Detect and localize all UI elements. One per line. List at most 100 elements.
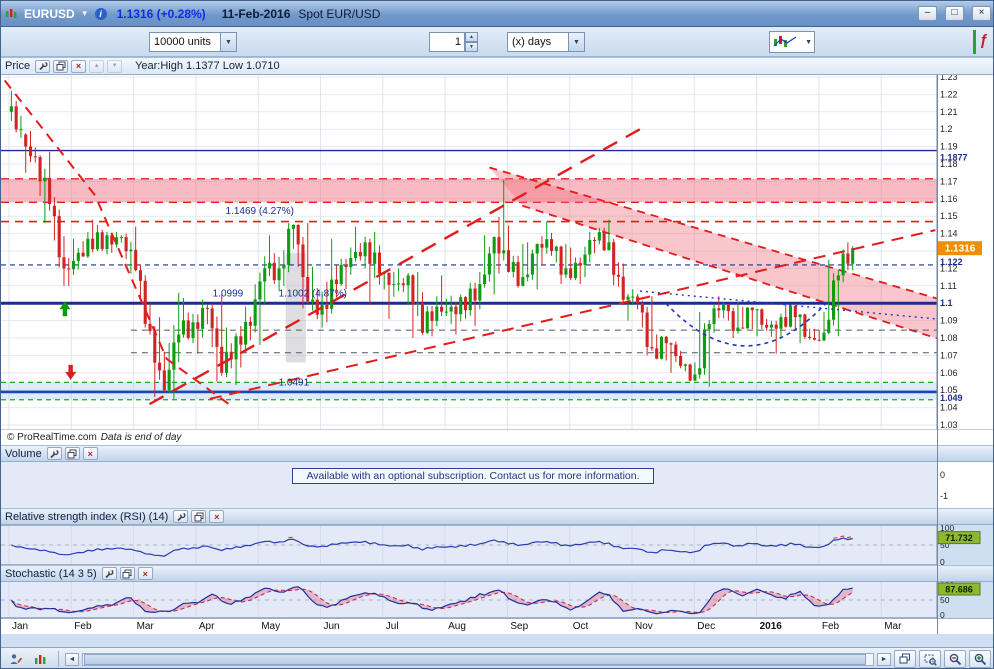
price-tick-label: 1.03 <box>940 420 958 429</box>
copyright-label: © ProRealTime.com <box>7 432 97 443</box>
statusbar-separator <box>58 651 59 667</box>
month-label: Feb <box>74 621 91 632</box>
month-label: Nov <box>635 621 653 632</box>
time-scrollbar[interactable] <box>82 653 874 666</box>
svg-text:1.0491: 1.0491 <box>279 377 310 388</box>
period-count-value: 1 <box>455 36 461 48</box>
svg-text:1.1469 (4.27%): 1.1469 (4.27%) <box>226 206 294 217</box>
price-chart-canvas[interactable]: 1.1469 (4.27%)1.09991.1002 (4.87%)1.0491… <box>1 75 994 429</box>
price-tick-label: 1.04 <box>940 403 958 413</box>
time-scrollbar-handle[interactable] <box>84 654 866 665</box>
price-panel-header: Price × ▲ ▼ Year:High 1.1377 Low 1.0710 <box>1 57 994 75</box>
level-label: 1.122 <box>940 257 963 267</box>
change-percent-text: (+0.28%) <box>157 7 206 21</box>
svg-text:1.0999: 1.0999 <box>213 289 244 300</box>
svg-text:87.686: 87.686 <box>945 585 973 595</box>
level-label: 1.1 <box>940 298 953 308</box>
price-panel-title: Price <box>5 60 30 72</box>
statusbar: ◄ ► <box>1 647 994 669</box>
month-label: Jul <box>386 621 399 632</box>
volume-close-panel-icon[interactable]: × <box>83 447 98 460</box>
stochastic-close-panel-icon[interactable]: × <box>138 567 153 580</box>
period-unit-dropdown-icon[interactable]: ▼ <box>568 33 584 51</box>
period-count-spinner[interactable]: ▲ ▼ <box>465 32 478 52</box>
chart-style-dropdown-icon: ▼ <box>805 39 812 46</box>
price-tick-label: 1.14 <box>940 229 958 239</box>
market-label: Spot EUR/USD <box>298 7 380 21</box>
price-tick-label: 1.11 <box>940 281 957 291</box>
units-select[interactable]: 10000 units ▼ <box>149 32 237 52</box>
maximize-button[interactable]: □ <box>945 6 964 21</box>
chart-settings-icon[interactable] <box>30 650 52 668</box>
prorealtrend-icon[interactable]: ƒ <box>973 30 991 54</box>
volume-panel-area[interactable]: Available with an optional subscription.… <box>1 462 994 508</box>
price-tick-label: 1.08 <box>940 333 958 343</box>
price-close-panel-icon[interactable]: × <box>71 60 86 73</box>
month-label: May <box>261 621 280 632</box>
units-dropdown-icon[interactable]: ▼ <box>220 33 236 51</box>
info-icon[interactable]: i <box>95 8 107 20</box>
symbol-dropdown-icon[interactable]: ▼ <box>81 9 89 18</box>
close-button[interactable]: × <box>972 6 991 21</box>
month-label: Mar <box>137 621 154 632</box>
stochastic-tick-label: 50 <box>940 595 950 605</box>
rsi-panel-title: Relative strength index (RSI) (14) <box>5 511 168 523</box>
volume-settings-wrench-icon[interactable] <box>47 447 62 460</box>
period-unit-select[interactable]: (x) days ▼ <box>507 32 585 52</box>
stochastic-tick-label: 0 <box>940 610 945 618</box>
month-label: Jan <box>12 621 28 632</box>
chart-style-button[interactable]: ▼ <box>769 31 815 53</box>
zoom-out-icon[interactable] <box>944 650 966 668</box>
svg-text:1.1002 (4.87%): 1.1002 (4.87%) <box>279 289 347 300</box>
price-move-up-icon[interactable]: ▲ <box>89 60 104 73</box>
price-tick-label: 1.15 <box>940 211 958 221</box>
detach-window-icon[interactable] <box>894 650 916 668</box>
user-icon[interactable] <box>5 650 27 668</box>
month-label: Apr <box>199 621 215 632</box>
price-tick-label: 1.2 <box>940 124 953 134</box>
price-tick-label: 1.17 <box>940 176 958 186</box>
price-duplicate-window-icon[interactable] <box>53 60 68 73</box>
chart-style-icon <box>772 34 800 50</box>
price-tick-label: 1.16 <box>940 194 958 204</box>
rsi-chart-canvas[interactable]: 10050071.732 <box>1 525 994 565</box>
stochastic-panel-header: Stochastic (14 3 5) × <box>1 565 994 582</box>
month-label: Oct <box>573 621 589 632</box>
zoom-area-icon[interactable] <box>919 650 941 668</box>
price-tick-label: 1.23 <box>940 75 958 82</box>
rsi-settings-wrench-icon[interactable] <box>173 510 188 523</box>
price-axis-border <box>937 75 938 634</box>
volume-axis-zero: 0 <box>940 470 945 480</box>
data-note-label: Data is end of day <box>101 432 182 443</box>
volume-panel-title: Volume <box>5 448 42 460</box>
month-label: Jun <box>324 621 340 632</box>
level-label: 1.1877 <box>940 153 968 163</box>
volume-duplicate-window-icon[interactable] <box>65 447 80 460</box>
price-move-down-icon[interactable]: ▼ <box>107 60 122 73</box>
stochastic-chart-canvas[interactable]: 10050087.686 <box>1 582 994 618</box>
stochastic-settings-wrench-icon[interactable] <box>102 567 117 580</box>
volume-panel-header: Volume × <box>1 445 994 462</box>
month-label: Feb <box>822 621 839 632</box>
price-settings-wrench-icon[interactable] <box>35 60 50 73</box>
spinner-down-icon[interactable]: ▼ <box>465 42 478 52</box>
month-label: Dec <box>697 621 715 632</box>
copyright-row: © ProRealTime.com Data is end of day <box>1 429 994 445</box>
month-label: Mar <box>884 621 901 632</box>
scroll-right-icon[interactable]: ► <box>877 653 891 666</box>
year-stats-label: Year:High 1.1377 Low 1.0710 <box>135 60 280 72</box>
price-tick-label: 1.21 <box>940 107 958 117</box>
rsi-duplicate-window-icon[interactable] <box>191 510 206 523</box>
period-count-input[interactable]: 1 <box>429 32 465 52</box>
titlebar: EURUSD ▼ i 1.1316 (+0.28%) 11-Feb-2016 S… <box>1 1 994 27</box>
rsi-close-panel-icon[interactable]: × <box>209 510 224 523</box>
minimize-button[interactable]: – <box>918 6 937 21</box>
svg-text:1.1316: 1.1316 <box>945 244 976 255</box>
scroll-left-icon[interactable]: ◄ <box>65 653 79 666</box>
spinner-up-icon[interactable]: ▲ <box>465 32 478 42</box>
price-tick-label: 1.09 <box>940 316 958 326</box>
level-label: 1.049 <box>940 393 963 403</box>
zoom-in-icon[interactable] <box>969 650 991 668</box>
month-label: Aug <box>448 621 466 632</box>
stochastic-duplicate-window-icon[interactable] <box>120 567 135 580</box>
